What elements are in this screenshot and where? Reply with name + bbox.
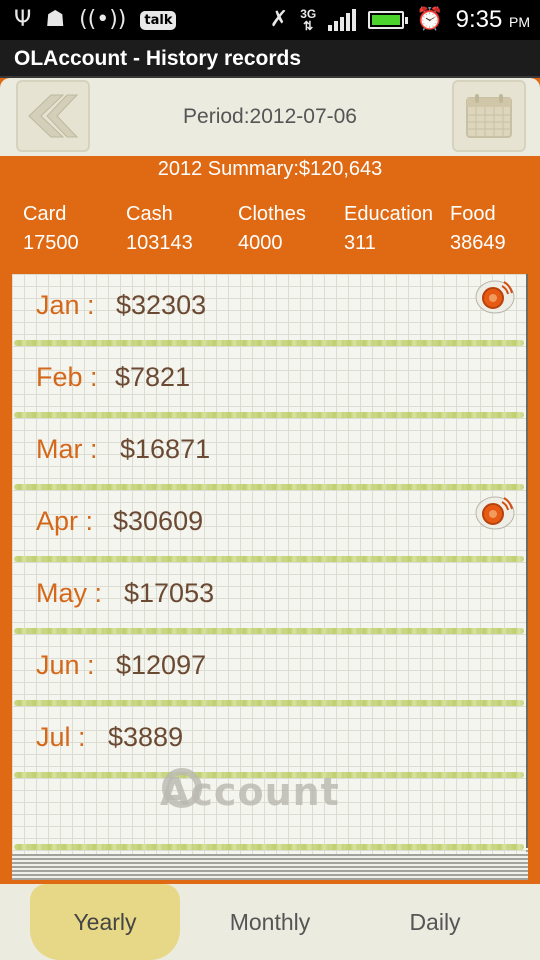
- record-month: Mar :: [36, 434, 98, 464]
- category-value: 17500: [23, 232, 79, 254]
- tab-monthly[interactable]: Monthly: [195, 884, 345, 960]
- talk-icon: talk: [140, 10, 177, 30]
- category-name: Education: [344, 203, 433, 225]
- record-month: Jan :: [36, 290, 95, 320]
- category-clothes: Clothes 4000: [238, 200, 306, 258]
- record-amount: $12097: [116, 650, 207, 680]
- record-row-feb[interactable]: Feb : $7821: [12, 346, 526, 418]
- category-value: 38649: [450, 232, 506, 254]
- category-value: 311: [344, 232, 376, 254]
- category-name: Card: [23, 203, 67, 225]
- tab-yearly[interactable]: Yearly: [30, 884, 180, 960]
- status-bar: Ψ ☗ ((•)) talk ✗ 3G ⇅ ⏰ 9:35 PM: [0, 0, 540, 40]
- usb-icon: Ψ: [14, 7, 32, 32]
- category-name: Food: [450, 203, 496, 225]
- year-summary: 2012 Summary:$120,643: [157, 158, 383, 180]
- record-amount: $30609: [113, 506, 204, 536]
- tab-daily[interactable]: Daily: [360, 884, 510, 960]
- period-header: Period:2012-07-06: [0, 78, 540, 156]
- record-amount: $3889: [108, 722, 184, 752]
- 3g-icon: 3G ⇅: [300, 7, 317, 33]
- category-name: Cash: [126, 203, 173, 225]
- window-title: OLAccount - History records: [14, 47, 302, 70]
- wifi-hotspot-icon: ((•)): [79, 7, 127, 32]
- android-debug-icon: ☗: [45, 7, 66, 32]
- title-bar: OLAccount - History records: [0, 40, 540, 78]
- record-row-jan[interactable]: Jan : $32303: [12, 274, 526, 346]
- record-indicator-icon[interactable]: [474, 276, 516, 316]
- signal-icon: [328, 9, 357, 31]
- row-divider: [14, 844, 524, 850]
- record-month: Jun :: [36, 650, 95, 680]
- record-amount: $32303: [116, 290, 207, 320]
- category-value: 103143: [126, 232, 193, 254]
- records-list[interactable]: Jan : $32303 Feb : $7821 Mar : $16871 Ap…: [12, 274, 526, 854]
- record-month: Jul :: [36, 722, 86, 752]
- clock: 9:35 PM: [455, 6, 530, 33]
- category-value: 4000: [238, 232, 283, 254]
- category-food: Food 38649: [450, 200, 506, 258]
- record-amount: $16871: [120, 434, 211, 464]
- app-body: Period:2012-07-06 2012 Summary:$120,643 …: [0, 78, 540, 960]
- alarm-icon: ⏰: [416, 7, 444, 32]
- category-card: Card 17500: [23, 200, 79, 258]
- logo-watermark: Account: [160, 770, 340, 814]
- record-row-may[interactable]: May : $17053: [12, 562, 526, 634]
- record-indicator-icon[interactable]: [474, 492, 516, 532]
- battery-icon: [368, 11, 409, 29]
- record-month: Apr :: [36, 506, 94, 536]
- record-row-apr[interactable]: Apr : $30609: [12, 490, 526, 562]
- category-education: Education 311: [344, 200, 433, 258]
- calendar-button[interactable]: [452, 80, 526, 152]
- record-row-mar[interactable]: Mar : $16871: [12, 418, 526, 490]
- category-cash: Cash 103143: [126, 200, 193, 258]
- record-month: May :: [36, 578, 103, 608]
- record-month: Feb :: [36, 362, 98, 392]
- record-row-jul[interactable]: Jul : $3889: [12, 706, 526, 778]
- no-sync-icon: ✗: [269, 7, 289, 32]
- bottom-tab-bar: Yearly Monthly Daily: [0, 884, 540, 960]
- record-amount: $7821: [115, 362, 191, 392]
- record-row-jun[interactable]: Jun : $12097: [12, 634, 526, 706]
- record-amount: $17053: [124, 578, 215, 608]
- calendar-icon: [466, 94, 512, 138]
- category-summary: Card 17500 Cash 103143 Clothes 4000 Educ…: [0, 200, 540, 260]
- category-name: Clothes: [238, 203, 306, 225]
